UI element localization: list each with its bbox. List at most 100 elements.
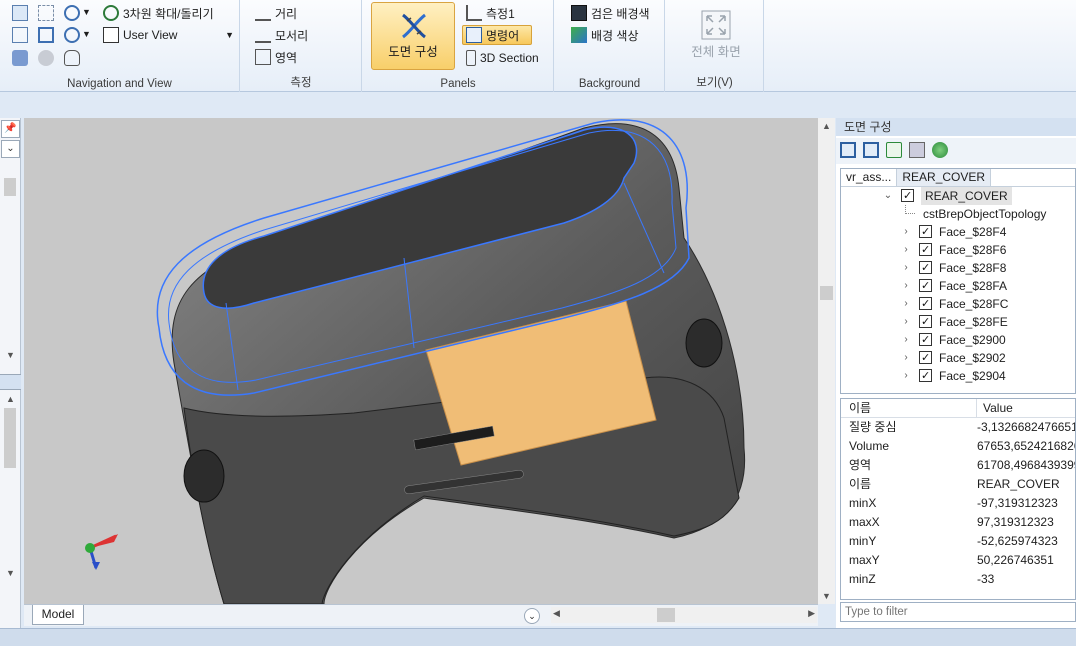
- face-checkbox[interactable]: [919, 349, 932, 367]
- command-panel-button[interactable]: 명령어: [462, 25, 532, 45]
- layout-columns-icon[interactable]: [863, 142, 879, 158]
- document-icon[interactable]: [909, 142, 925, 158]
- face-checkbox[interactable]: [919, 367, 932, 385]
- layout-rows-icon[interactable]: [840, 142, 856, 158]
- face-checkbox[interactable]: [919, 295, 932, 313]
- pin-button[interactable]: 📌: [1, 120, 20, 138]
- left-scrollbar-thumb-2[interactable]: [4, 408, 16, 468]
- scroll-up-icon[interactable]: ▲: [822, 121, 831, 131]
- vertical-scroll-thumb[interactable]: [820, 286, 833, 300]
- fullscreen-button[interactable]: 전체 화면: [670, 4, 762, 64]
- expand-chevron-icon[interactable]: ›: [901, 259, 911, 277]
- bg-color-label: 배경 색상: [591, 28, 639, 43]
- expand-chevron-icon[interactable]: ›: [901, 313, 911, 331]
- expand-chevron-icon[interactable]: ›: [901, 331, 911, 349]
- tree-face-row[interactable]: › Face_$28F6: [841, 241, 1075, 259]
- view-copy-icon[interactable]: [12, 27, 28, 43]
- property-row[interactable]: minX -97,319312323: [841, 494, 1075, 513]
- zoom-window-icon[interactable]: [38, 5, 54, 21]
- face-checkbox[interactable]: [919, 331, 932, 349]
- face-label: Face_$2904: [939, 369, 1006, 383]
- left-scroll-up-icon[interactable]: ▲: [6, 394, 15, 404]
- property-row[interactable]: 영역 61708,4968439399: [841, 456, 1075, 475]
- black-bg-button[interactable]: 검은 배경색: [567, 3, 654, 23]
- filter-input[interactable]: [840, 602, 1076, 622]
- expand-chevron-icon[interactable]: ›: [901, 241, 911, 259]
- expand-chevron-icon[interactable]: ›: [901, 295, 911, 313]
- tree-face-row[interactable]: › Face_$28FC: [841, 295, 1075, 313]
- zoom-rotate-3d-button[interactable]: 3차원 확대/돌리기: [99, 3, 218, 23]
- tree-face-row[interactable]: › Face_$28FE: [841, 313, 1075, 331]
- user-view-select[interactable]: User View ▼: [99, 25, 237, 45]
- drawing-config-button[interactable]: 도면 구성: [371, 2, 455, 70]
- vr-model-render[interactable]: [24, 118, 818, 604]
- left-dropdown-button[interactable]: ⌄: [1, 140, 20, 158]
- tree-root-row[interactable]: ⌄ REAR_COVER: [841, 187, 1075, 205]
- scroll-left-icon[interactable]: ◀: [553, 608, 560, 619]
- property-row[interactable]: Volume 67653,6524216826: [841, 437, 1075, 456]
- measure-area-button[interactable]: 영역: [251, 47, 301, 67]
- tree-face-row[interactable]: › Face_$28F8: [841, 259, 1075, 277]
- tree-face-row[interactable]: › Face_$28F4: [841, 223, 1075, 241]
- group-measure: 거리 모서리 영역 측정: [241, 0, 362, 92]
- expand-chevron-icon[interactable]: ›: [901, 367, 911, 385]
- fullscreen-icon: [701, 10, 731, 40]
- face-checkbox[interactable]: [919, 241, 932, 259]
- scroll-down-icon[interactable]: ▼: [822, 591, 831, 601]
- 3d-viewport[interactable]: [24, 118, 818, 604]
- root-checkbox[interactable]: [901, 187, 914, 205]
- settings-globe-icon[interactable]: [932, 142, 948, 158]
- tab-model[interactable]: Model: [32, 605, 84, 625]
- property-row[interactable]: maxX 97,319312323: [841, 513, 1075, 532]
- measure-distance-button[interactable]: 거리: [251, 3, 301, 23]
- tree-face-row[interactable]: › Face_$28FA: [841, 277, 1075, 295]
- property-name: minZ: [849, 572, 876, 586]
- face-checkbox[interactable]: [919, 277, 932, 295]
- bg-color-button[interactable]: 배경 색상: [567, 25, 643, 45]
- property-row[interactable]: 이름 REAR_COVER: [841, 475, 1075, 494]
- expand-chevron-icon[interactable]: ›: [901, 349, 911, 367]
- face-checkbox[interactable]: [919, 313, 932, 331]
- right-knob[interactable]: [685, 318, 723, 368]
- refresh-icon[interactable]: [886, 142, 902, 158]
- hand-pan-icon[interactable]: [64, 50, 80, 66]
- collapse-chevron-icon[interactable]: ⌄: [883, 187, 893, 205]
- fit-all-icon[interactable]: [38, 27, 54, 43]
- vertical-scrollbar[interactable]: ▲ ▼: [818, 118, 835, 604]
- look-at-icon[interactable]: [38, 50, 54, 66]
- tab-dropdown-button[interactable]: ⌄: [524, 608, 540, 624]
- breadcrumb-assembly[interactable]: vr_ass...: [841, 169, 898, 186]
- zoom-out-icon[interactable]: [64, 27, 80, 43]
- property-row[interactable]: maxY 50,226746351: [841, 551, 1075, 570]
- expand-chevron-icon[interactable]: ›: [901, 223, 911, 241]
- property-row[interactable]: minY -52,625974323: [841, 532, 1075, 551]
- scroll-right-icon[interactable]: ▶: [808, 608, 815, 619]
- model-tree[interactable]: vr_ass... REAR_COVER ⌄ REAR_COVER cstBre…: [840, 168, 1076, 394]
- property-row[interactable]: minZ -33: [841, 570, 1075, 589]
- paint-bg-icon: [571, 27, 587, 43]
- left-knob[interactable]: [183, 449, 225, 503]
- measure1-panel-button[interactable]: 측정1: [462, 3, 519, 23]
- measure-edge-button[interactable]: 모서리: [251, 25, 312, 45]
- left-scrollbar-thumb[interactable]: [4, 178, 16, 196]
- horizontal-scrollbar[interactable]: ◀ ▶: [551, 607, 817, 623]
- tree-topology-row[interactable]: cstBrepObjectTopology: [841, 205, 1075, 223]
- zoom-out-dropdown-icon[interactable]: ▼: [82, 29, 91, 39]
- property-row[interactable]: 질량 중심 -3,1326682476651: [841, 418, 1075, 437]
- expand-chevron-icon[interactable]: ›: [901, 277, 911, 295]
- breadcrumb-rear-cover[interactable]: REAR_COVER: [897, 169, 992, 186]
- face-checkbox[interactable]: [919, 223, 932, 241]
- left-scroll-down-icon-2[interactable]: ▼: [6, 568, 15, 578]
- pan-view-icon[interactable]: [12, 5, 28, 21]
- face-checkbox[interactable]: [919, 259, 932, 277]
- tree-face-row[interactable]: › Face_$2900: [841, 331, 1075, 349]
- horizontal-scroll-thumb[interactable]: [657, 608, 675, 622]
- tree-face-row[interactable]: › Face_$2902: [841, 349, 1075, 367]
- zoom-in-icon[interactable]: [64, 5, 80, 21]
- left-scroll-down-icon[interactable]: ▼: [6, 350, 15, 360]
- zoom-in-dropdown-icon[interactable]: ▼: [82, 7, 91, 17]
- section-3d-button[interactable]: 3D Section: [462, 48, 543, 68]
- tree-face-row[interactable]: › Face_$2904: [841, 367, 1075, 385]
- orbit-icon[interactable]: [12, 50, 28, 66]
- user-view-dropdown-icon: ▼: [225, 30, 234, 40]
